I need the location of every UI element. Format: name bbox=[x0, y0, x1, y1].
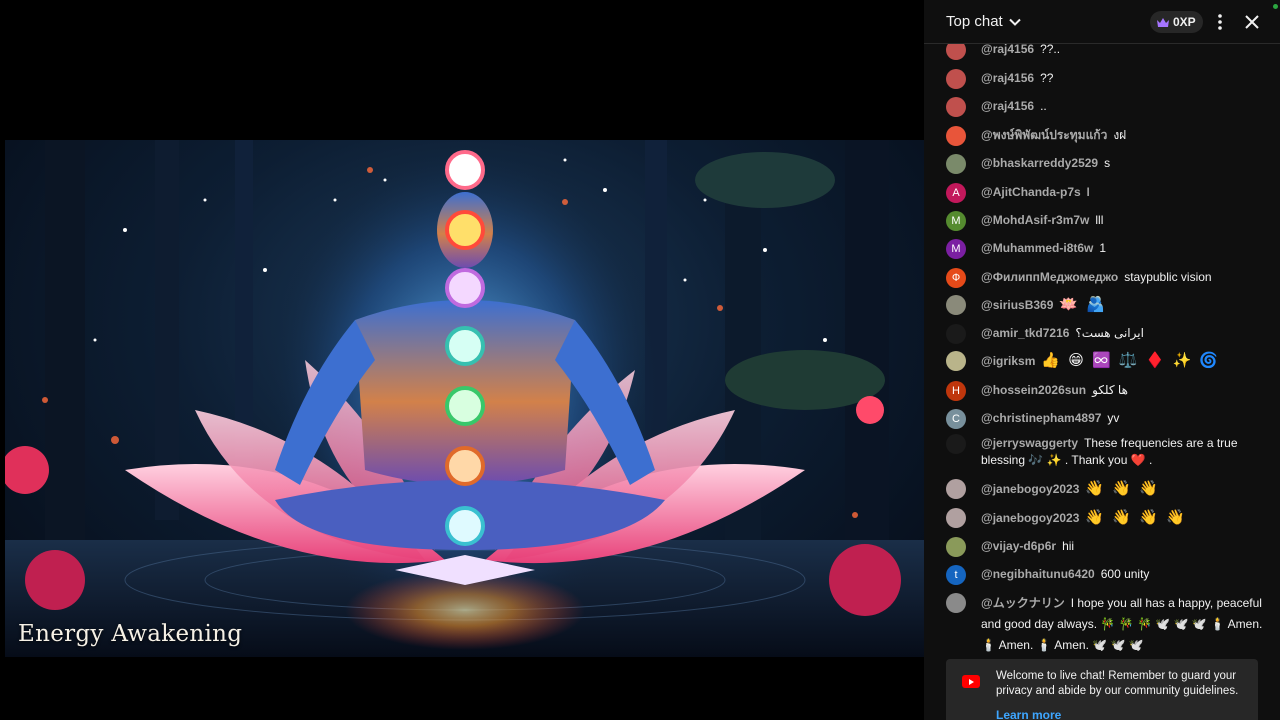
chat-author[interactable]: @raj4156 bbox=[981, 42, 1034, 56]
chat-author[interactable]: @amir_tkd7216 bbox=[981, 326, 1069, 340]
chat-message: @amir_tkd7216 ایرانی هست؟ bbox=[946, 324, 1264, 344]
chat-text: s bbox=[1104, 156, 1111, 170]
chat-text: ?? bbox=[1040, 71, 1054, 85]
chat-message: @vijay-d6p6r hii bbox=[946, 537, 1264, 557]
live-chat-panel: @raj4156??.. @raj4156?? @raj4156.. @พงษ์… bbox=[924, 0, 1280, 720]
chat-header: Top chat 0XP bbox=[924, 0, 1280, 44]
avatar[interactable] bbox=[946, 97, 966, 117]
chat-text: lll bbox=[1095, 213, 1104, 227]
chat-author[interactable]: @raj4156 bbox=[981, 99, 1034, 113]
xp-badge[interactable]: 0XP bbox=[1150, 11, 1203, 33]
avatar[interactable] bbox=[946, 154, 966, 174]
chat-message: @bhaskarreddy2529 s bbox=[946, 154, 1264, 174]
avatar[interactable]: t bbox=[946, 565, 966, 585]
chat-text: yv bbox=[1107, 411, 1120, 425]
chat-author[interactable]: @hossein2026sun bbox=[981, 383, 1086, 397]
chat-message: @raj4156?? bbox=[946, 69, 1264, 89]
chat-text: 👋 👋 👋 bbox=[1085, 480, 1160, 497]
chat-message: M @Muhammed-i8t6w 1 bbox=[946, 239, 1264, 259]
video-frame[interactable]: Energy Awakening bbox=[5, 140, 924, 657]
chat-author[interactable]: @MohdAsif-r3m7w bbox=[981, 213, 1089, 227]
avatar[interactable] bbox=[946, 508, 966, 528]
chat-text: งฝ bbox=[1113, 128, 1127, 142]
chat-text: ایرانی هست؟ bbox=[1075, 326, 1144, 340]
chat-author[interactable]: @ムックナリン bbox=[981, 596, 1065, 610]
chat-author[interactable]: @raj4156 bbox=[981, 71, 1034, 85]
chat-text: 👍 😁 ♾️ ⚖️ ♦️ ✨ 🌀 bbox=[1041, 352, 1221, 369]
chat-author[interactable]: @พงษ์พิพัฒน์ประทุมแก้ว bbox=[981, 128, 1107, 142]
chat-text: ??.. bbox=[1040, 42, 1061, 56]
chat-message: A @AjitChanda-p7s l bbox=[946, 183, 1264, 203]
chat-author[interactable]: @Muhammed-i8t6w bbox=[981, 241, 1093, 255]
video-artwork bbox=[5, 140, 924, 657]
avatar[interactable] bbox=[946, 593, 966, 613]
avatar[interactable] bbox=[946, 126, 966, 146]
avatar[interactable] bbox=[946, 324, 966, 344]
chat-message: @janebogoy2023 👋 👋 👋 👋 bbox=[946, 508, 1264, 528]
chat-message: @ムックナリン I hope you all has a happy, peace… bbox=[946, 593, 1264, 656]
chat-message: M @MohdAsif-r3m7w lll bbox=[946, 211, 1264, 231]
chat-author[interactable]: @siriusB369 bbox=[981, 298, 1053, 312]
chat-message: C @christinepham4897 yv bbox=[946, 409, 1264, 429]
learn-more-link[interactable]: Learn more bbox=[996, 708, 1061, 720]
chat-text: 👋 👋 👋 👋 bbox=[1085, 509, 1187, 526]
live-indicator bbox=[1273, 4, 1278, 9]
chat-text: staypublic vision bbox=[1124, 270, 1212, 284]
chat-author[interactable]: @AjitChanda-p7s bbox=[981, 185, 1081, 199]
chat-text: 1 bbox=[1099, 241, 1107, 255]
chat-text: l bbox=[1086, 185, 1090, 199]
crown-icon bbox=[1156, 17, 1170, 28]
chat-author[interactable]: @negibhaitunu6420 bbox=[981, 567, 1095, 581]
chat-message-list[interactable]: @raj4156??.. @raj4156?? @raj4156.. @พงษ์… bbox=[924, 36, 1280, 660]
chat-author[interactable]: @bhaskarreddy2529 bbox=[981, 156, 1098, 170]
video-player[interactable]: Energy Awakening bbox=[0, 0, 924, 720]
avatar[interactable] bbox=[946, 434, 966, 454]
avatar[interactable]: Ф bbox=[946, 268, 966, 288]
chat-mode-label: Top chat bbox=[946, 13, 1003, 30]
chat-text: hii bbox=[1062, 539, 1075, 553]
chat-author[interactable]: @igriksm bbox=[981, 354, 1035, 368]
chat-message: @igriksm 👍 😁 ♾️ ⚖️ ♦️ ✨ 🌀 bbox=[946, 351, 1264, 371]
chat-text: 🪷 🫂 bbox=[1059, 296, 1107, 313]
chat-author[interactable]: @ФилиппМеджомеджо bbox=[981, 270, 1118, 284]
welcome-banner: Welcome to live chat! Remember to guard … bbox=[946, 659, 1258, 720]
welcome-text: Welcome to live chat! Remember to guard … bbox=[996, 670, 1239, 697]
avatar[interactable]: M bbox=[946, 211, 966, 231]
avatar[interactable] bbox=[946, 69, 966, 89]
chat-author[interactable]: @janebogoy2023 bbox=[981, 482, 1079, 496]
avatar[interactable]: H bbox=[946, 381, 966, 401]
chat-message: t @negibhaitunu6420 600 unity bbox=[946, 565, 1264, 585]
chat-message: @raj4156.. bbox=[946, 97, 1264, 117]
chat-mode-dropdown[interactable]: Top chat bbox=[946, 13, 1022, 30]
youtube-icon bbox=[962, 675, 980, 688]
chat-message: @janebogoy2023 👋 👋 👋 bbox=[946, 479, 1264, 499]
chat-message: @jerryswaggerty These frequencies are a t… bbox=[946, 434, 1264, 469]
chat-author[interactable]: @christinepham4897 bbox=[981, 411, 1101, 425]
video-title-overlay: Energy Awakening bbox=[18, 621, 243, 647]
avatar[interactable]: M bbox=[946, 239, 966, 259]
chat-author[interactable]: @jerryswaggerty bbox=[981, 436, 1078, 450]
chat-text: 600 unity bbox=[1100, 567, 1150, 581]
avatar[interactable] bbox=[946, 295, 966, 315]
chat-author[interactable]: @janebogoy2023 bbox=[981, 511, 1079, 525]
avatar[interactable] bbox=[946, 351, 966, 371]
chat-message: Ф @ФилиппМеджомеджо staypublic vision bbox=[946, 268, 1264, 288]
chat-text: .. bbox=[1040, 99, 1047, 113]
avatar[interactable]: A bbox=[946, 183, 966, 203]
avatar[interactable] bbox=[946, 479, 966, 499]
chat-message: @siriusB369 🪷 🫂 bbox=[946, 295, 1264, 315]
chat-text: ها کلکو bbox=[1092, 383, 1128, 397]
avatar[interactable] bbox=[946, 537, 966, 557]
chat-author[interactable]: @vijay-d6p6r bbox=[981, 539, 1056, 553]
more-options-icon[interactable] bbox=[1210, 12, 1230, 32]
chat-message: @พงษ์พิพัฒน์ประทุมแก้ว งฝ bbox=[946, 126, 1264, 146]
close-icon[interactable] bbox=[1242, 12, 1262, 32]
avatar[interactable]: C bbox=[946, 409, 966, 429]
xp-label: 0XP bbox=[1173, 15, 1196, 29]
chevron-down-icon bbox=[1008, 15, 1022, 29]
chat-message: H @hossein2026sun ها کلکو bbox=[946, 381, 1264, 401]
